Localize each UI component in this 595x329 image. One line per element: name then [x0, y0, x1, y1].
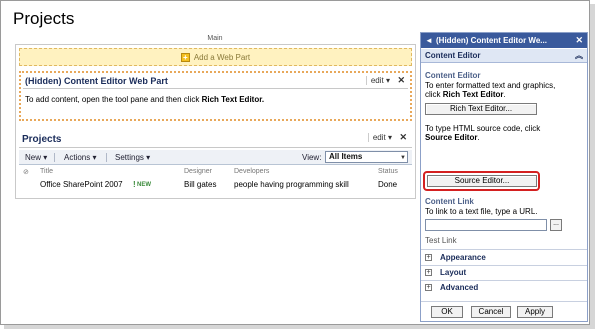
rich-text-editor-hint: Rich Text Editor.: [201, 95, 265, 104]
source-editor-instructions: To type HTML source code, click Source E…: [425, 124, 541, 142]
content-link-input[interactable]: [425, 219, 547, 231]
row-status: Done: [378, 180, 398, 189]
advanced-expander[interactable]: + Advanced: [425, 283, 478, 292]
view-label: View:: [302, 153, 322, 162]
ok-button[interactable]: OK: [431, 306, 463, 318]
close-icon[interactable]: ✕: [575, 33, 583, 48]
tool-pane-header: ◄ (Hidden) Content Editor We... ✕: [421, 33, 587, 48]
layout-expander[interactable]: + Layout: [425, 268, 466, 277]
main-zone: + Add a Web Part (Hidden) Content Editor…: [15, 44, 416, 199]
appearance-expander[interactable]: + Appearance: [425, 253, 486, 262]
section-header-label: Content Editor: [425, 51, 481, 60]
toolbar-separator: [106, 153, 107, 162]
expand-icon: +: [425, 269, 432, 277]
web-part-title[interactable]: Projects: [22, 134, 61, 145]
rich-text-editor-button[interactable]: Rich Text Editor...: [425, 103, 537, 115]
toolbar-separator: [54, 153, 55, 162]
content-link-instructions: To link to a text file, type a URL.: [425, 207, 538, 216]
zone-label: Main: [207, 35, 223, 42]
tool-pane-body: Content Editor To enter formatted text a…: [421, 63, 587, 293]
column-header-status[interactable]: Status: [378, 168, 398, 175]
add-web-part-button[interactable]: + Add a Web Part: [19, 48, 412, 66]
projects-web-part: Projects edit ▾ ✕ New ▾ Actions ▾ Settin…: [19, 130, 412, 196]
attachment-icon: ⊘: [23, 169, 29, 176]
tool-pane: ◄ (Hidden) Content Editor We... ✕ Conten…: [420, 32, 588, 322]
new-badge: NEW: [137, 182, 151, 188]
row-developers: people having programming skill: [234, 180, 349, 189]
expand-icon: +: [425, 284, 432, 292]
list-toolbar: New ▾ Actions ▾ Settings ▾ View: All Ite…: [19, 150, 412, 165]
window-shadow: [4, 325, 595, 329]
view-select[interactable]: All Items ▼: [325, 151, 408, 163]
content-link-heading: Content Link: [425, 197, 474, 206]
divider: [19, 147, 412, 148]
web-part-title: (Hidden) Content Editor Web Part: [25, 76, 168, 86]
window-shadow: [590, 4, 595, 329]
column-header-designer[interactable]: Designer: [184, 168, 212, 175]
new-menu-button[interactable]: New ▾: [25, 153, 47, 162]
content-editor-instructions: To enter formatted text and graphics, cl…: [425, 81, 556, 99]
tool-pane-footer: OK Cancel Apply: [421, 301, 587, 321]
close-icon[interactable]: ✕: [397, 75, 405, 86]
content-editor-web-part: (Hidden) Content Editor Web Part edit ▾ …: [19, 71, 412, 121]
add-icon: +: [180, 52, 190, 62]
settings-menu-button[interactable]: Settings ▾: [115, 153, 150, 162]
content-editor-heading: Content Editor: [425, 71, 481, 80]
add-web-part-label: Add a Web Part: [193, 52, 251, 62]
chevron-down-icon: ▼: [400, 155, 406, 161]
apply-button[interactable]: Apply: [517, 306, 553, 318]
browse-button[interactable]: ...: [550, 219, 562, 231]
column-header-title[interactable]: Title: [40, 168, 53, 175]
actions-menu-button[interactable]: Actions ▾: [64, 153, 96, 162]
source-editor-button[interactable]: Source Editor...: [427, 175, 537, 187]
expand-icon: +: [425, 254, 432, 262]
close-icon[interactable]: ✕: [399, 132, 407, 143]
divider: [421, 249, 587, 250]
row-designer: Bill gates: [184, 180, 217, 189]
edit-menu-button[interactable]: edit ▾: [367, 133, 392, 142]
new-indicator-icon: !: [133, 180, 136, 189]
divider: [23, 88, 408, 89]
edit-menu-button[interactable]: edit ▾: [365, 76, 390, 85]
test-link[interactable]: Test Link: [425, 236, 457, 245]
web-part-body: To add content, open the tool pane and t…: [25, 95, 265, 104]
page-title: Projects: [13, 9, 75, 28]
back-arrow-icon[interactable]: ◄: [425, 33, 433, 48]
row-title-link[interactable]: Office SharePoint 2007: [40, 180, 123, 189]
tool-pane-title: (Hidden) Content Editor We...: [436, 36, 547, 45]
divider: [421, 265, 587, 266]
divider: [421, 280, 587, 281]
cancel-button[interactable]: Cancel: [471, 306, 511, 318]
collapse-icon[interactable]: ︽: [575, 49, 583, 63]
column-header-developers[interactable]: Developers: [234, 168, 269, 175]
view-selected: All Items: [329, 152, 363, 161]
tool-pane-section-header[interactable]: Content Editor ︽: [421, 49, 587, 63]
sharepoint-page: Projects Main + Add a Web Part (Hidden) …: [0, 0, 590, 325]
